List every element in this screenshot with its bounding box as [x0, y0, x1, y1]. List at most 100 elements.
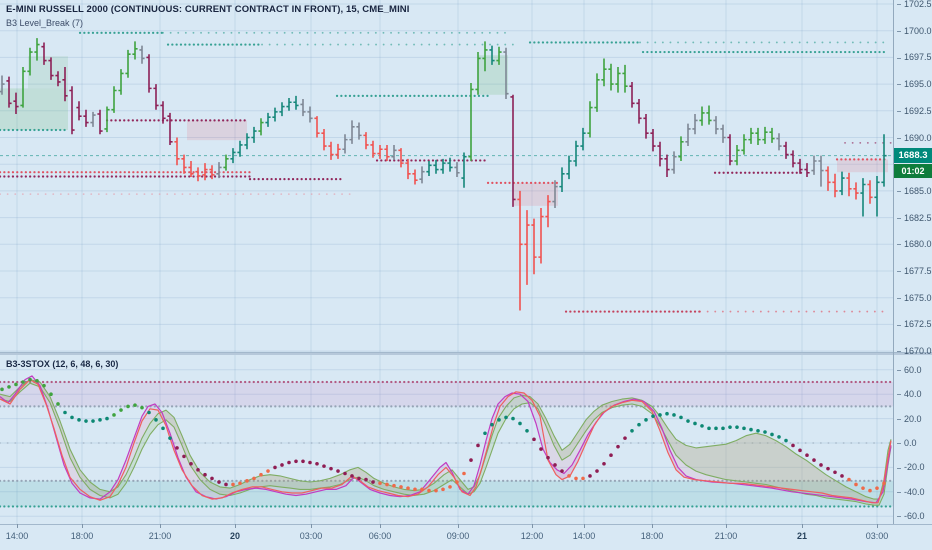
signal-dot	[700, 424, 704, 428]
time-tick-mark	[877, 524, 878, 528]
signal-dot	[735, 425, 739, 429]
signal-dot	[168, 436, 172, 440]
price-axis-tick: 1680.0	[897, 239, 932, 249]
level-zone	[837, 159, 888, 173]
signal-dot	[266, 469, 270, 473]
signal-dot	[840, 474, 844, 478]
ohlc-bar	[650, 128, 656, 152]
signal-dot	[658, 413, 662, 417]
signal-dot	[441, 487, 445, 492]
signal-dot	[217, 480, 221, 484]
ohlc-bar	[699, 106, 705, 126]
signal-dot	[77, 418, 81, 422]
signal-dot	[231, 482, 235, 487]
signal-dot	[455, 480, 459, 484]
ohlc-bar	[90, 111, 96, 127]
price-axis-tick: 1677.5	[897, 266, 932, 276]
signal-dot	[532, 437, 536, 442]
indicator-title-3stox[interactable]: B3-3STOX (12, 6, 48, 6, 30)	[6, 359, 118, 369]
time-axis-tick-date: 21	[796, 531, 808, 541]
time-tick-mark	[235, 524, 236, 528]
time-tick-mark	[82, 524, 83, 528]
signal-dot	[35, 378, 39, 383]
oscillator-pane[interactable]	[0, 355, 893, 524]
ohlc-bar	[678, 136, 684, 161]
signal-dot	[609, 453, 613, 457]
signal-dot	[413, 487, 417, 492]
signal-dot	[721, 426, 725, 431]
oscillator-axis-tick: -40.0	[897, 487, 925, 497]
time-axis-tick: 06:00	[368, 531, 392, 541]
signal-dot	[140, 405, 144, 410]
ohlc-bar	[412, 169, 418, 185]
oscillator-axis-tick: 40.0	[897, 389, 922, 399]
ohlc-bar	[874, 175, 880, 217]
level-zone	[187, 120, 247, 141]
chart-legend: E-MINI RUSSELL 2000 (CONTINUOUS: CURRENT…	[6, 4, 410, 28]
ohlc-bar	[636, 99, 642, 124]
signal-dot	[133, 403, 137, 407]
oscillator-axis-tick: 60.0	[897, 365, 922, 375]
pane-separator[interactable]	[0, 352, 932, 355]
ohlc-bar	[587, 101, 593, 138]
indicator-title-level-break[interactable]: B3 Level_Break (7)	[6, 18, 410, 28]
signal-dot	[126, 404, 130, 409]
price-axis-tick: 1675.0	[897, 293, 932, 303]
time-axis-tick: 21:00	[714, 531, 738, 541]
ohlc-bar	[846, 172, 852, 197]
ohlc-bar	[769, 127, 775, 143]
ohlc-bar	[349, 120, 355, 144]
ohlc-bar	[601, 58, 607, 87]
price-chart-canvas[interactable]	[0, 0, 893, 352]
price-axis-tick: 1700.0	[897, 26, 932, 36]
signal-dot	[882, 481, 886, 486]
time-axis-tick: 09:00	[446, 531, 470, 541]
ohlc-bar	[125, 49, 131, 78]
signal-dot	[105, 416, 109, 421]
signal-dot	[0, 387, 4, 392]
price-axis-tick: 1697.5	[897, 52, 932, 62]
signal-dot	[826, 466, 830, 471]
signal-dot	[322, 464, 326, 468]
ohlc-bar	[426, 160, 432, 176]
ohlc-bar	[335, 143, 341, 159]
oscillator-canvas[interactable]	[0, 355, 893, 524]
ohlc-bar	[69, 86, 75, 135]
signal-dot	[385, 482, 389, 487]
time-tick-mark	[311, 524, 312, 528]
signal-dot	[483, 431, 487, 436]
ohlc-bar	[727, 134, 733, 166]
time-tick-mark	[458, 524, 459, 528]
signal-dot	[567, 474, 571, 478]
ohlc-bar	[279, 102, 285, 117]
signal-dot	[238, 481, 242, 486]
signal-dot	[861, 486, 865, 490]
ohlc-bar	[391, 144, 397, 160]
ohlc-bar	[363, 132, 369, 150]
signal-dot	[525, 429, 529, 433]
ohlc-bar	[167, 112, 173, 145]
signal-dot	[378, 481, 382, 486]
signal-dot	[84, 419, 88, 423]
price-axis-tick: 1685.0	[897, 186, 932, 196]
time-axis-tick: 21:00	[148, 531, 172, 541]
signal-dot	[588, 474, 592, 478]
signal-dot	[742, 426, 746, 431]
time-tick-mark	[17, 524, 18, 528]
signal-dot	[686, 419, 690, 423]
ohlc-bar	[111, 86, 117, 113]
signal-dot	[294, 459, 298, 464]
ohlc-bar	[692, 114, 698, 135]
time-axis-tick: 12:00	[520, 531, 544, 541]
signal-dot	[777, 435, 781, 439]
price-pane[interactable]	[0, 0, 893, 352]
ohlc-bar	[734, 144, 740, 166]
signal-dot	[651, 414, 655, 418]
ohlc-bar	[818, 155, 824, 187]
ohlc-bar	[657, 141, 663, 167]
signal-dot	[182, 454, 186, 459]
signal-dot	[112, 413, 116, 417]
ohlc-bar	[559, 167, 565, 192]
ohlc-bar	[671, 151, 677, 174]
symbol-title[interactable]: E-MINI RUSSELL 2000 (CONTINUOUS: CURRENT…	[6, 4, 410, 15]
